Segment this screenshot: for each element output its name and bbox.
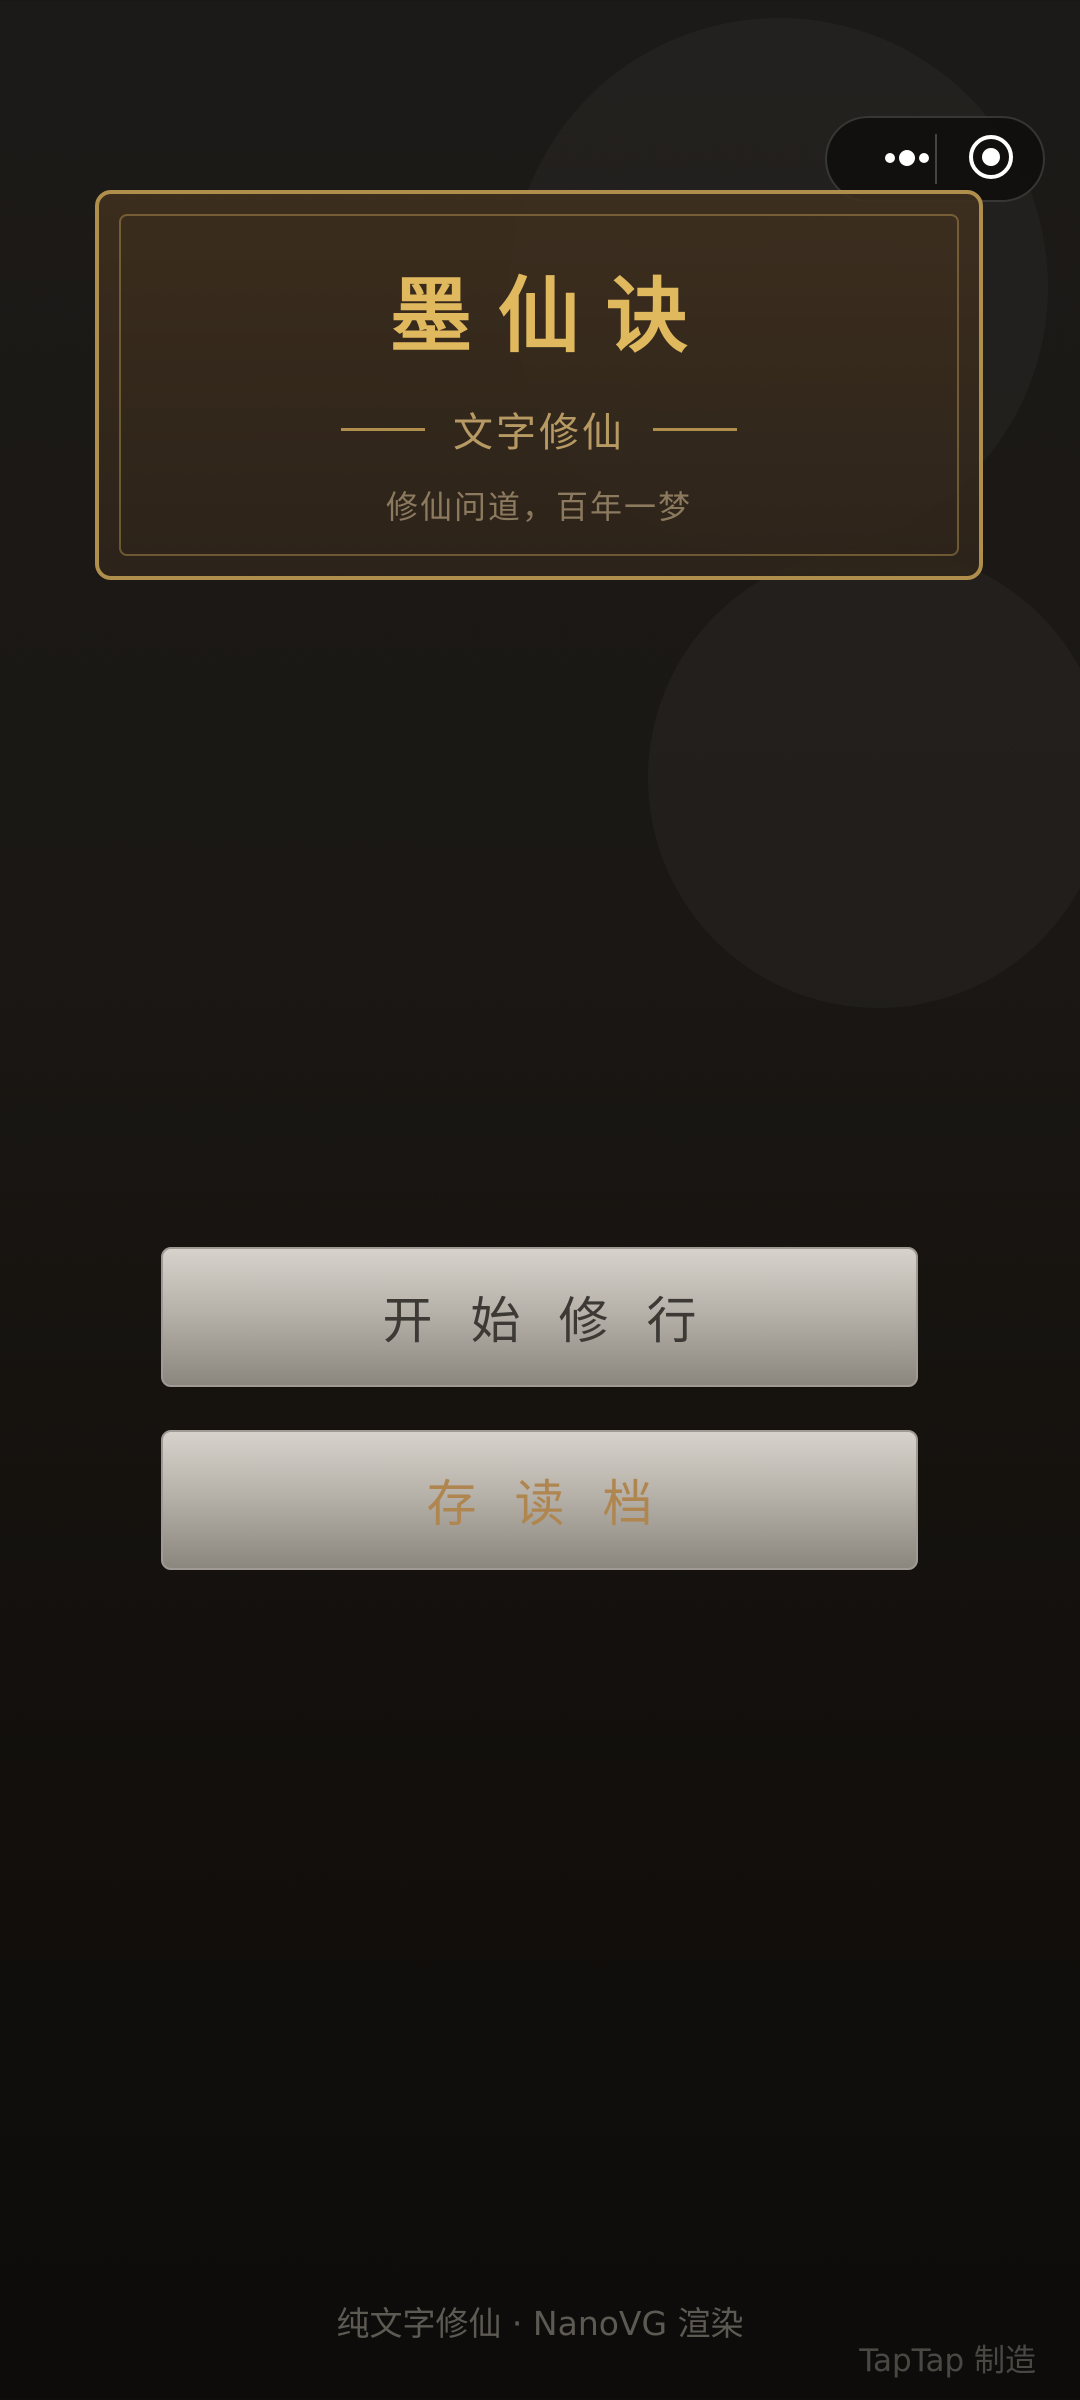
save-load-button[interactable]: 存读档 [161, 1430, 918, 1570]
target-circle-icon[interactable] [969, 135, 1013, 179]
game-tagline: 修仙问道，百年一梦 [385, 488, 692, 526]
game-subtitle: 文字修仙 [453, 410, 625, 456]
maker-credit: TapTap 制造 [859, 2343, 1036, 2379]
start-cultivation-button[interactable]: 开始修行 [161, 1247, 918, 1387]
title-card: 墨仙诀 文字修仙 修仙问道，百年一梦 [95, 190, 983, 580]
save-load-label: 存读档 [426, 1475, 691, 1533]
game-title: 墨仙诀 [389, 269, 714, 364]
start-cultivation-label: 开始修行 [382, 1292, 735, 1350]
subtitle-row: 文字修仙 [99, 404, 979, 456]
subtitle-line-left [341, 427, 425, 431]
subtitle-line-right [653, 427, 737, 431]
more-dots-icon[interactable] [855, 118, 935, 200]
capsule-divider [935, 134, 937, 184]
background-circle-decoration [648, 548, 1080, 1008]
